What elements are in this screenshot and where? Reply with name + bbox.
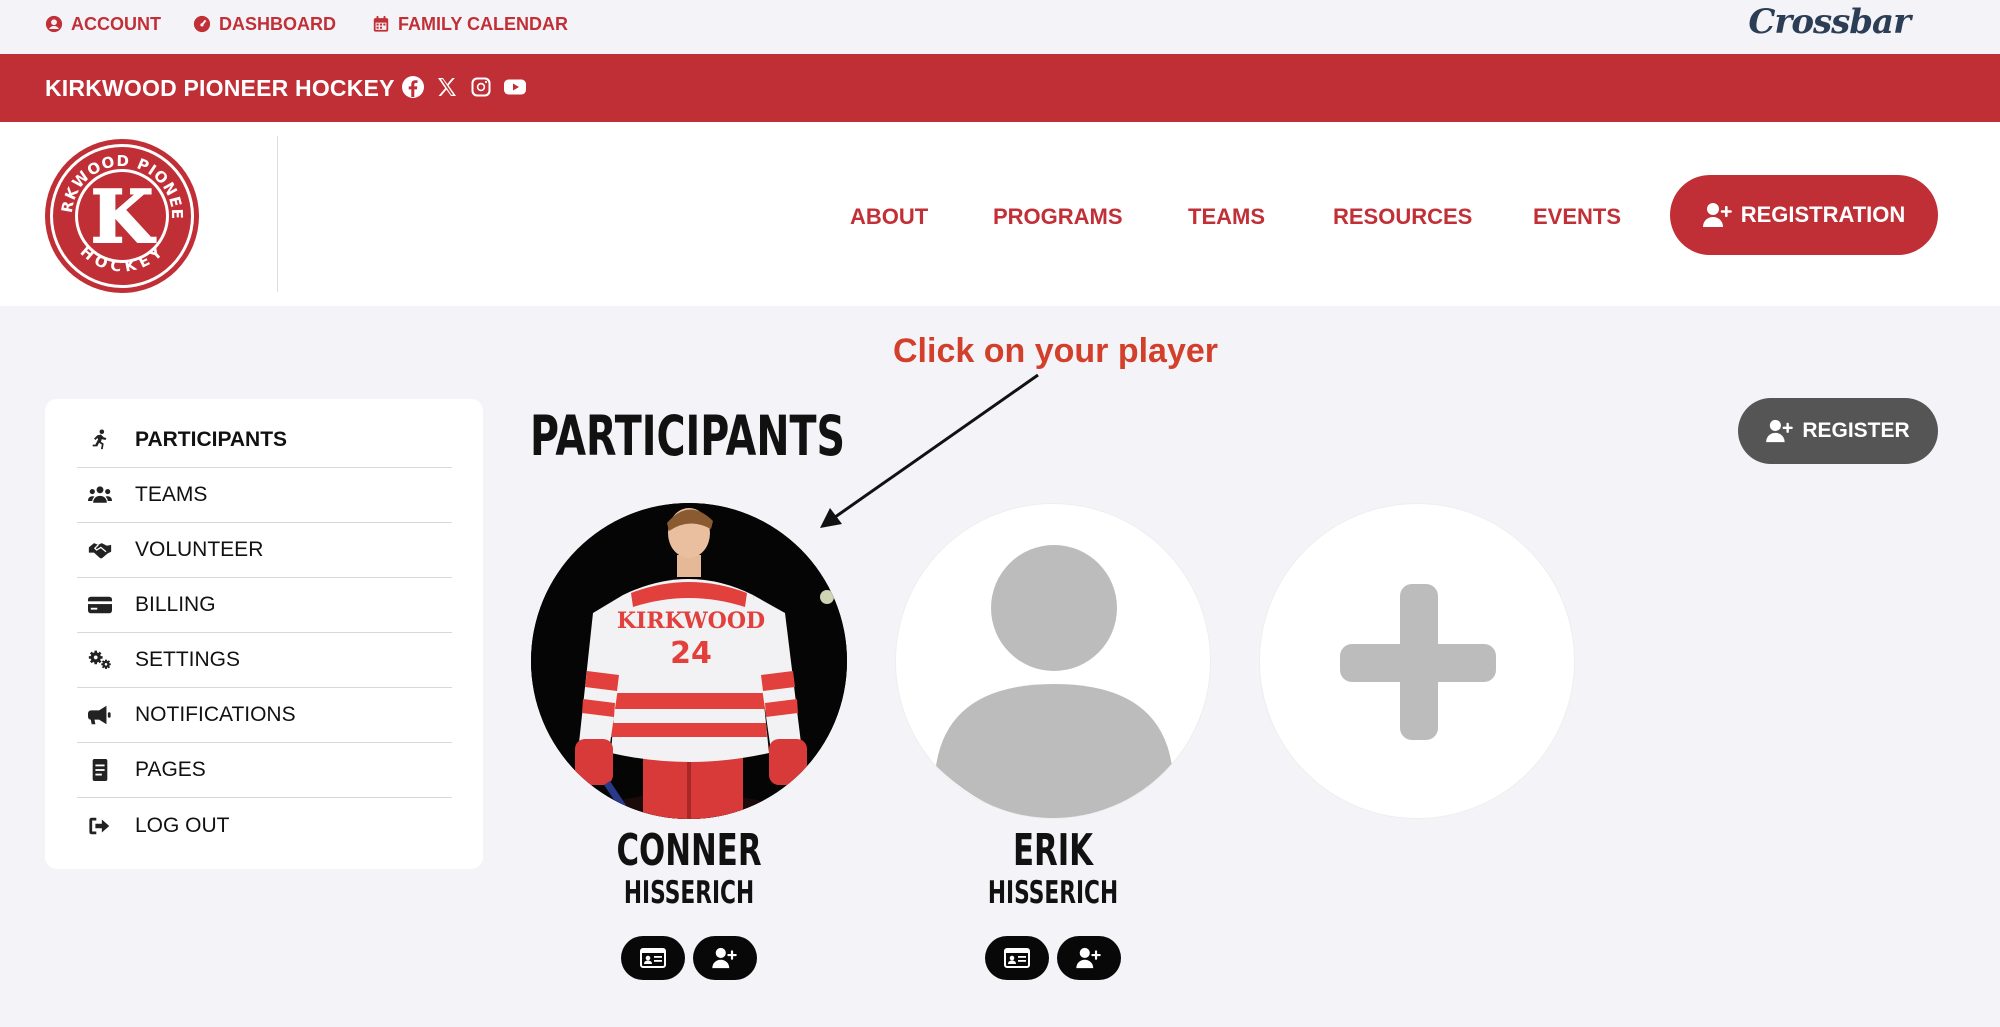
add-participant-card: [1258, 503, 1576, 993]
megaphone-icon: [85, 703, 115, 727]
nav-programs[interactable]: PROGRAMS: [993, 204, 1123, 230]
users-icon: [85, 483, 115, 507]
handshake-icon: [85, 538, 115, 562]
register-button[interactable]: REGISTER: [1738, 398, 1938, 464]
youtube-icon[interactable]: [502, 74, 528, 100]
default-avatar[interactable]: [895, 503, 1211, 819]
add-participant-button[interactable]: [1259, 503, 1575, 819]
calendar-icon: [373, 15, 389, 32]
sidebar-item-billing[interactable]: BILLING: [77, 578, 452, 633]
top-utility-bar: ACCOUNT DASHBOARD FAMILY CALENDAR Crossb…: [0, 0, 2000, 54]
id-card-icon: [640, 948, 666, 968]
sidebar-item-settings[interactable]: SETTINGS: [77, 633, 452, 688]
facebook-icon[interactable]: [400, 74, 426, 100]
user-plus-icon: [712, 947, 737, 969]
nav-events[interactable]: EVENTS: [1533, 204, 1621, 230]
participant-actions: [894, 936, 1212, 980]
sidebar-item-volunteer[interactable]: VOLUNTEER: [77, 523, 452, 578]
nav-teams[interactable]: TEAMS: [1188, 204, 1265, 230]
registration-label: REGISTRATION: [1740, 202, 1906, 227]
id-card-button[interactable]: [621, 936, 685, 980]
participant-last-name[interactable]: HISSERICH: [578, 875, 801, 911]
family-calendar-label: FAMILY CALENDAR: [398, 13, 569, 34]
sidebar-item-pages[interactable]: PAGES: [77, 743, 452, 798]
dashboard-link[interactable]: DASHBOARD: [193, 12, 336, 36]
user-plus-icon: [1766, 419, 1794, 443]
org-bar: KIRKWOOD PIONEER HOCKEY: [0, 54, 2000, 122]
jersey-number: 24: [670, 636, 712, 671]
document-icon: [85, 758, 115, 782]
sidebar-item-label: PARTICIPANTS: [135, 428, 288, 451]
user-circle-icon: [45, 15, 63, 33]
register-label: REGISTER: [1802, 419, 1910, 442]
participant-actions: [530, 936, 848, 980]
gauge-icon: [193, 15, 211, 33]
account-sidebar: PARTICIPANTS TEAMS VOLUNTEER BILLING SET…: [45, 399, 483, 869]
add-guardian-button[interactable]: [693, 936, 757, 980]
sidebar-item-label: TEAMS: [135, 483, 208, 506]
user-silhouette-icon: [936, 545, 1172, 818]
annotation-text: Click on your player: [893, 332, 1218, 370]
sidebar-item-label: NOTIFICATIONS: [135, 703, 296, 726]
gears-icon: [85, 648, 115, 672]
participant-last-name[interactable]: HISSERICH: [942, 875, 1165, 911]
sidebar-item-teams[interactable]: TEAMS: [77, 468, 452, 523]
sidebar-item-label: VOLUNTEER: [135, 538, 264, 561]
plus-icon: [1340, 584, 1496, 740]
org-name[interactable]: KIRKWOOD PIONEER HOCKEY: [45, 75, 395, 102]
user-plus-icon: [1702, 203, 1732, 227]
sidebar-item-label: SETTINGS: [135, 648, 241, 671]
nav-resources[interactable]: RESOURCES: [1333, 204, 1472, 230]
club-logo[interactable]: KIRKWOOD PIONEER HOCKEY K: [44, 138, 200, 294]
account-label: ACCOUNT: [71, 13, 161, 34]
instagram-icon[interactable]: [468, 74, 494, 100]
logo-letter: K: [91, 174, 156, 259]
page-title: PARTICIPANTS: [530, 404, 846, 468]
sidebar-item-notifications[interactable]: NOTIFICATIONS: [77, 688, 452, 743]
sidebar-item-label: PAGES: [135, 758, 206, 781]
crossbar-logo[interactable]: Crossbar: [1748, 2, 1911, 42]
player-photo-illustration: KIRKWOOD 24: [531, 503, 847, 819]
sidebar-item-log-out[interactable]: LOG OUT: [77, 798, 452, 853]
main-header: KIRKWOOD PIONEER HOCKEY K ABOUT PROGRAMS…: [0, 122, 2000, 306]
id-card-icon: [1004, 948, 1030, 968]
player-photo[interactable]: KIRKWOOD 24: [531, 503, 847, 819]
registration-button[interactable]: REGISTRATION: [1670, 175, 1938, 255]
account-link[interactable]: ACCOUNT: [45, 12, 161, 36]
add-guardian-button[interactable]: [1057, 936, 1121, 980]
sidebar-item-label: BILLING: [135, 593, 216, 616]
id-card-button[interactable]: [985, 936, 1049, 980]
participant-first-name[interactable]: ERIK: [942, 825, 1165, 876]
credit-card-icon: [85, 593, 115, 617]
participant-card: ERIK HISSERICH: [894, 503, 1212, 993]
running-icon: [85, 428, 115, 452]
sidebar-item-participants[interactable]: PARTICIPANTS: [77, 413, 452, 468]
jersey-text: KIRKWOOD: [617, 608, 765, 634]
user-plus-icon: [1076, 947, 1101, 969]
logout-icon: [85, 814, 115, 838]
family-calendar-link[interactable]: FAMILY CALENDAR: [372, 12, 568, 36]
social-links: [400, 74, 528, 100]
dashboard-label: DASHBOARD: [219, 13, 336, 34]
header-divider: [277, 136, 278, 292]
participant-card: KIRKWOOD 24 CONNER HISSERICH: [530, 503, 848, 993]
participant-first-name[interactable]: CONNER: [578, 825, 801, 876]
nav-about[interactable]: ABOUT: [850, 204, 928, 230]
x-icon[interactable]: [434, 74, 460, 100]
sidebar-item-label: LOG OUT: [135, 813, 230, 837]
